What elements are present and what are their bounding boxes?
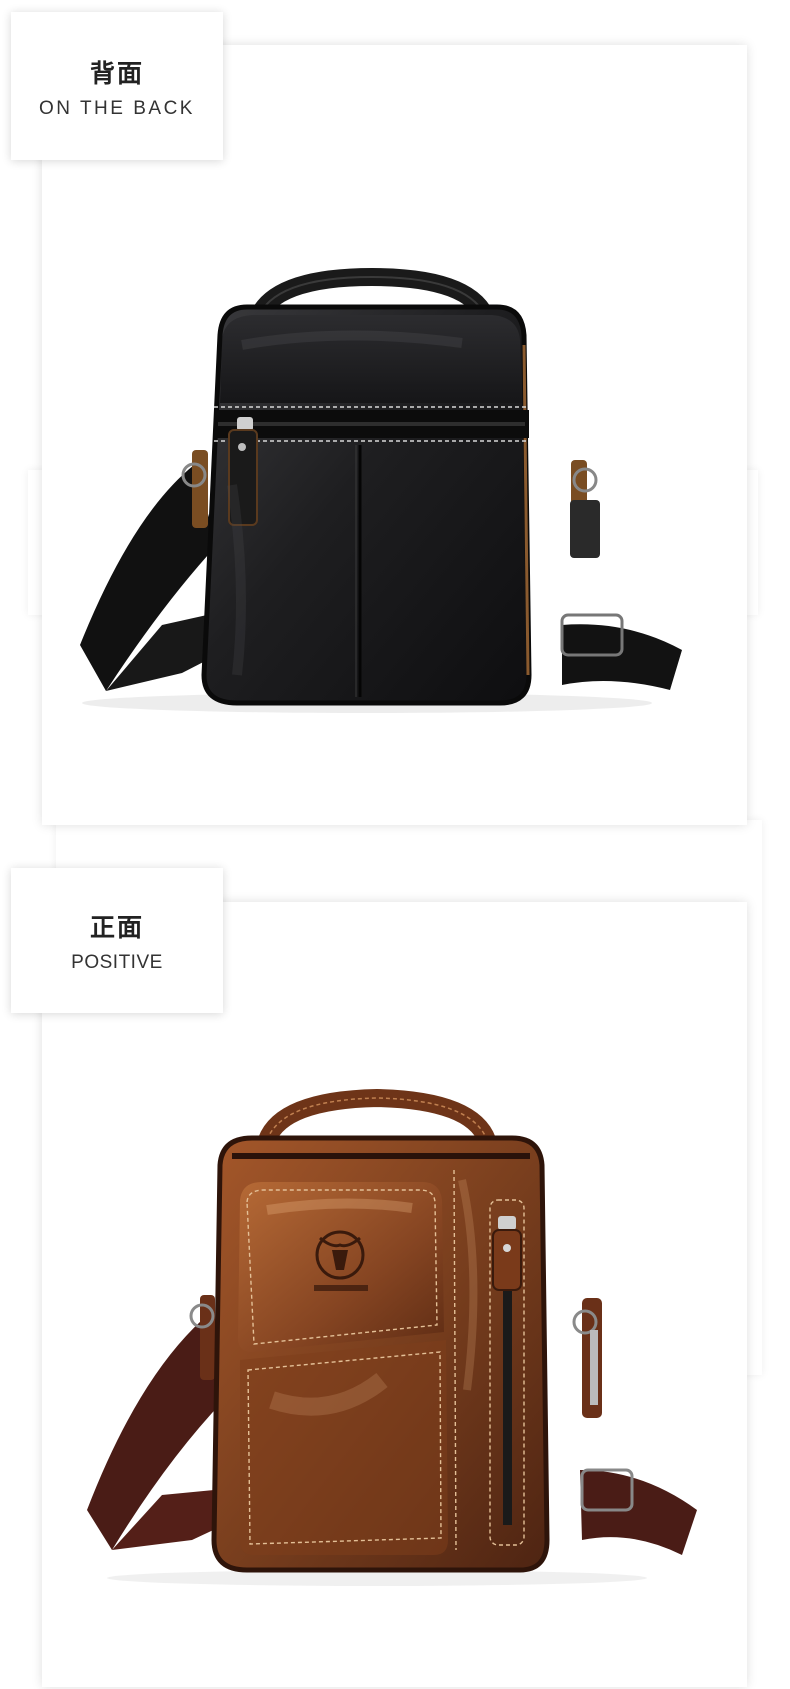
black-bag-back-image <box>80 267 682 713</box>
back-label-card: 背面 ON THE BACK <box>11 12 223 160</box>
brown-bag-front-image <box>87 1088 697 1586</box>
back-title-chinese: 背面 <box>89 59 144 88</box>
front-label-card: 正面 POSITIVE <box>11 868 223 1013</box>
front-title-chinese: 正面 <box>89 913 144 942</box>
back-title-english: ON THE BACK <box>39 98 195 119</box>
front-title-english: POSITIVE <box>71 952 163 973</box>
